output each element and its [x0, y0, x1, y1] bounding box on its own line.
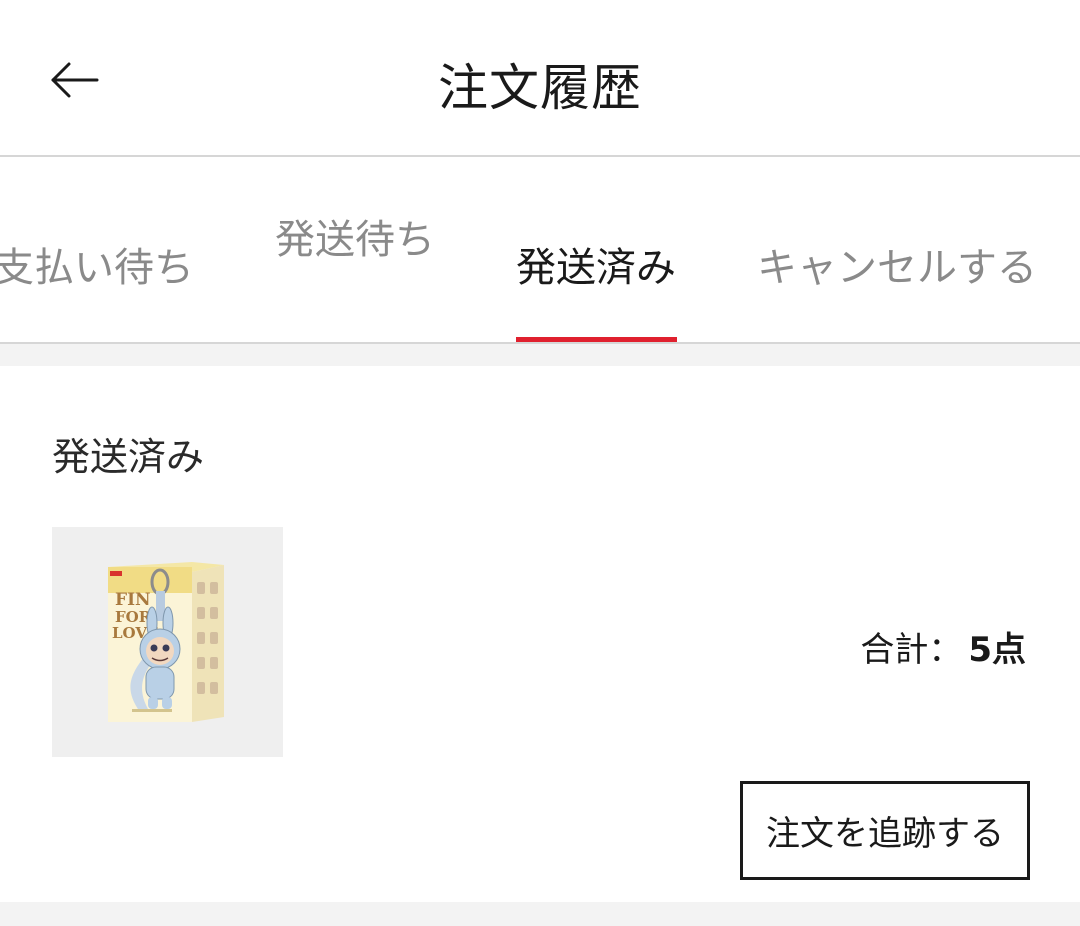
order-status-label: 発送済み [52, 435, 205, 479]
active-tab-indicator [516, 337, 677, 342]
tab-awaiting-shipment[interactable]: 発送待ち [275, 207, 435, 265]
order-status-tabs: 支払い待ち 発送待ち 発送済み キャンセルする [0, 157, 1080, 344]
tab-shipped[interactable]: 発送済み [516, 235, 676, 293]
track-order-button[interactable]: 注文を追跡する [740, 781, 1030, 880]
svg-text:FIN: FIN [115, 590, 151, 610]
section-divider [0, 344, 1080, 366]
page-title: 注文履歴 [438, 59, 642, 117]
total-label: 合計： [860, 630, 963, 670]
total-count: 5点 [968, 630, 1026, 670]
header-bar: 注文履歴 [0, 0, 1080, 157]
section-divider-bottom [0, 902, 1080, 926]
product-thumbnail[interactable]: FIN FOR LOVE [52, 527, 283, 757]
tab-awaiting-payment[interactable]: 支払い待ち [0, 235, 194, 293]
tab-cancel[interactable]: キャンセルする [757, 235, 1037, 293]
order-total: 合計： 5点 [860, 622, 1026, 671]
order-card: 発送済み FIN FOR LOVE 合計： 5点 注文を追跡する [0, 366, 1080, 902]
product-image: FIN FOR LOVE [108, 562, 224, 722]
